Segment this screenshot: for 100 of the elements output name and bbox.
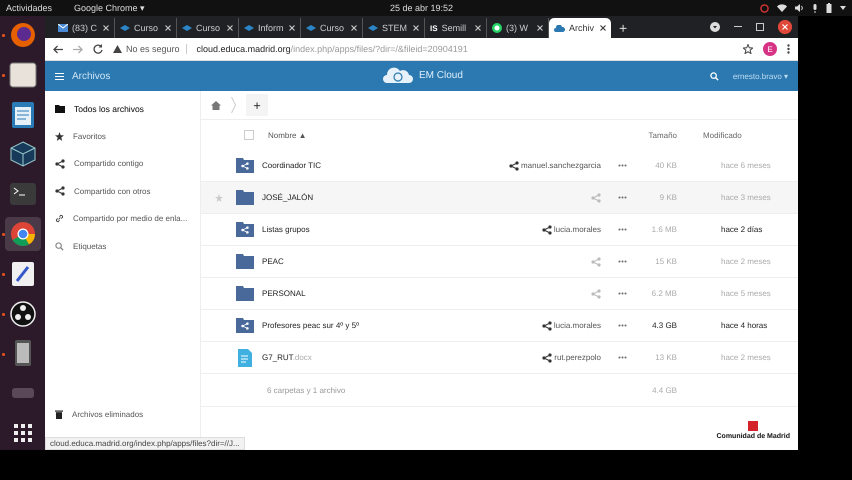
volume-icon[interactable] bbox=[795, 4, 804, 12]
file-size: 9 KB bbox=[658, 193, 677, 202]
add-button[interactable]: + bbox=[246, 94, 268, 116]
file-size: 40 KB bbox=[654, 161, 677, 170]
app-title[interactable]: Archivos bbox=[72, 70, 110, 82]
file-name[interactable]: JOSÉ_JALÓN bbox=[262, 193, 314, 202]
graduation-cap-icon bbox=[244, 24, 254, 32]
close-icon[interactable] bbox=[600, 25, 606, 31]
browser-tab[interactable]: Archiv bbox=[549, 18, 611, 38]
modified-date: hace 2 días bbox=[720, 225, 764, 234]
more-options-icon[interactable] bbox=[618, 260, 626, 263]
file-name[interactable]: G7_RUT.docx bbox=[262, 353, 312, 362]
shared-by-link[interactable]: rut.perezpolo bbox=[554, 353, 601, 362]
back-icon[interactable] bbox=[53, 44, 63, 54]
more-options-icon[interactable] bbox=[618, 324, 626, 327]
sidebar-item[interactable]: Favoritos bbox=[45, 122, 200, 150]
minimize-icon[interactable] bbox=[734, 26, 742, 28]
file-row[interactable]: PERSONAL 6.2 MB hace 5 meses bbox=[201, 278, 798, 310]
menu-icon[interactable] bbox=[787, 44, 790, 54]
file-row[interactable]: JOSÉ_JALÓN 9 KB hace 3 meses bbox=[201, 182, 798, 214]
browser-tab[interactable]: IS Semill bbox=[425, 18, 487, 38]
star-icon[interactable] bbox=[214, 194, 222, 202]
more-options-icon[interactable] bbox=[618, 228, 626, 231]
file-name[interactable]: PEAC bbox=[262, 257, 284, 266]
wifi-icon[interactable] bbox=[777, 4, 787, 12]
sidebar-item[interactable]: Etiquetas bbox=[45, 232, 200, 260]
share-icon[interactable] bbox=[542, 224, 552, 234]
sidebar-item[interactable]: Compartido contigo bbox=[45, 150, 200, 178]
app-menu[interactable]: Google Chrome ▾ bbox=[74, 3, 146, 13]
cloud-icon bbox=[554, 24, 565, 32]
column-header[interactable]: Nombre ▲ bbox=[268, 130, 307, 140]
file-name[interactable]: Coordinador TIC bbox=[262, 161, 321, 170]
total-size: 4.4 GB bbox=[651, 386, 677, 394]
file-row[interactable]: Listas grupos lucia.morales 1.6 MB hace 2 días bbox=[201, 214, 798, 246]
file-name[interactable]: Profesores peac sur 4º y 5º bbox=[262, 321, 359, 330]
envelope-icon bbox=[58, 24, 68, 32]
link-icon bbox=[55, 214, 64, 224]
shared-by-link[interactable]: lucia.morales bbox=[554, 225, 601, 234]
chevron-icon bbox=[231, 97, 236, 113]
search-icon bbox=[55, 242, 64, 251]
site-icon: IS bbox=[430, 24, 438, 32]
security-indicator[interactable]: No es seguro bbox=[113, 44, 187, 54]
sidebar-item[interactable]: Archivos eliminados bbox=[45, 400, 200, 428]
select-all-checkbox[interactable] bbox=[244, 130, 254, 140]
shared-by-link[interactable]: manuel.sanchezgarcia bbox=[520, 161, 601, 170]
more-options-icon[interactable] bbox=[618, 356, 626, 359]
browser-tab[interactable]: Curso bbox=[115, 18, 177, 38]
file-row[interactable]: G7_RUT.docx rut.perezpolo 13 KB hace 2 meses bbox=[201, 342, 798, 374]
browser-tab[interactable]: Curso bbox=[177, 18, 239, 38]
menu-icon[interactable] bbox=[55, 72, 64, 80]
logo-icon bbox=[748, 421, 758, 431]
file-name[interactable]: PERSONAL bbox=[262, 289, 306, 298]
folder-icon bbox=[236, 190, 254, 205]
sidebar-item[interactable]: Compartido con otros bbox=[45, 178, 200, 205]
browser-tab[interactable]: Inform bbox=[239, 18, 301, 38]
file-name[interactable]: Listas grupos bbox=[262, 225, 310, 234]
browser-tab[interactable]: STEM bbox=[363, 18, 425, 38]
microphone-icon[interactable] bbox=[812, 4, 818, 12]
share-icon[interactable] bbox=[508, 160, 519, 170]
record-icon[interactable] bbox=[760, 4, 769, 12]
activities-button[interactable]: Actividades bbox=[6, 3, 52, 13]
column-header[interactable]: Modificado bbox=[677, 130, 798, 140]
caret-icon[interactable] bbox=[840, 6, 846, 10]
column-header[interactable]: Tamaño bbox=[648, 130, 677, 140]
file-row[interactable]: PEAC 15 KB hace 2 meses bbox=[201, 246, 798, 278]
modified-date: hace 6 meses bbox=[720, 161, 772, 170]
shared-by-link[interactable]: lucia.morales bbox=[554, 321, 601, 330]
file-size: 6.2 MB bbox=[650, 289, 677, 298]
more-options-icon[interactable] bbox=[618, 196, 626, 199]
reload-icon[interactable] bbox=[93, 44, 103, 54]
folder-icon bbox=[55, 104, 65, 113]
tab-search-icon[interactable] bbox=[710, 22, 720, 32]
close-icon[interactable] bbox=[778, 20, 792, 34]
share-icon[interactable] bbox=[542, 352, 552, 362]
share-icon[interactable] bbox=[542, 320, 552, 330]
search-icon[interactable] bbox=[710, 72, 719, 80]
sidebar-item[interactable]: Todos los archivos bbox=[45, 95, 200, 122]
graduation-cap-icon bbox=[120, 24, 130, 32]
bookmark-star-icon[interactable] bbox=[743, 44, 753, 54]
share-icon bbox=[55, 158, 65, 169]
file-size: 1.6 MB bbox=[650, 225, 677, 234]
maximize-icon[interactable] bbox=[756, 23, 764, 31]
clock[interactable]: 25 de abr 19:52 bbox=[390, 3, 454, 13]
graduation-cap-icon bbox=[368, 24, 378, 32]
new-tab-button[interactable]: + bbox=[611, 18, 636, 38]
dock-app-icon[interactable] bbox=[4, 217, 40, 251]
modified-date: hace 2 meses bbox=[720, 353, 772, 362]
shared-folder-icon bbox=[236, 158, 254, 173]
cloud-logo-icon bbox=[383, 67, 413, 83]
url-field[interactable]: cloud.educa.madrid.org/index.php/apps/files/?dir=/&fileid=20904191 bbox=[196, 44, 468, 54]
more-options-icon[interactable] bbox=[618, 164, 626, 167]
sidebar-item[interactable]: Compartido por medio de enla... bbox=[45, 205, 200, 232]
file-row[interactable]: Profesores peac sur 4º y 5º lucia.morales 4.3 GB hace 4 horas bbox=[201, 310, 798, 342]
profile-avatar[interactable]: E bbox=[763, 42, 777, 56]
battery-icon[interactable] bbox=[826, 3, 832, 13]
graduation-cap-icon bbox=[306, 24, 316, 32]
more-options-icon[interactable] bbox=[618, 292, 626, 295]
browser-tab[interactable]: Curso bbox=[301, 18, 363, 38]
home-icon[interactable] bbox=[211, 100, 221, 110]
browser-tab[interactable]: (83) C bbox=[53, 18, 115, 38]
